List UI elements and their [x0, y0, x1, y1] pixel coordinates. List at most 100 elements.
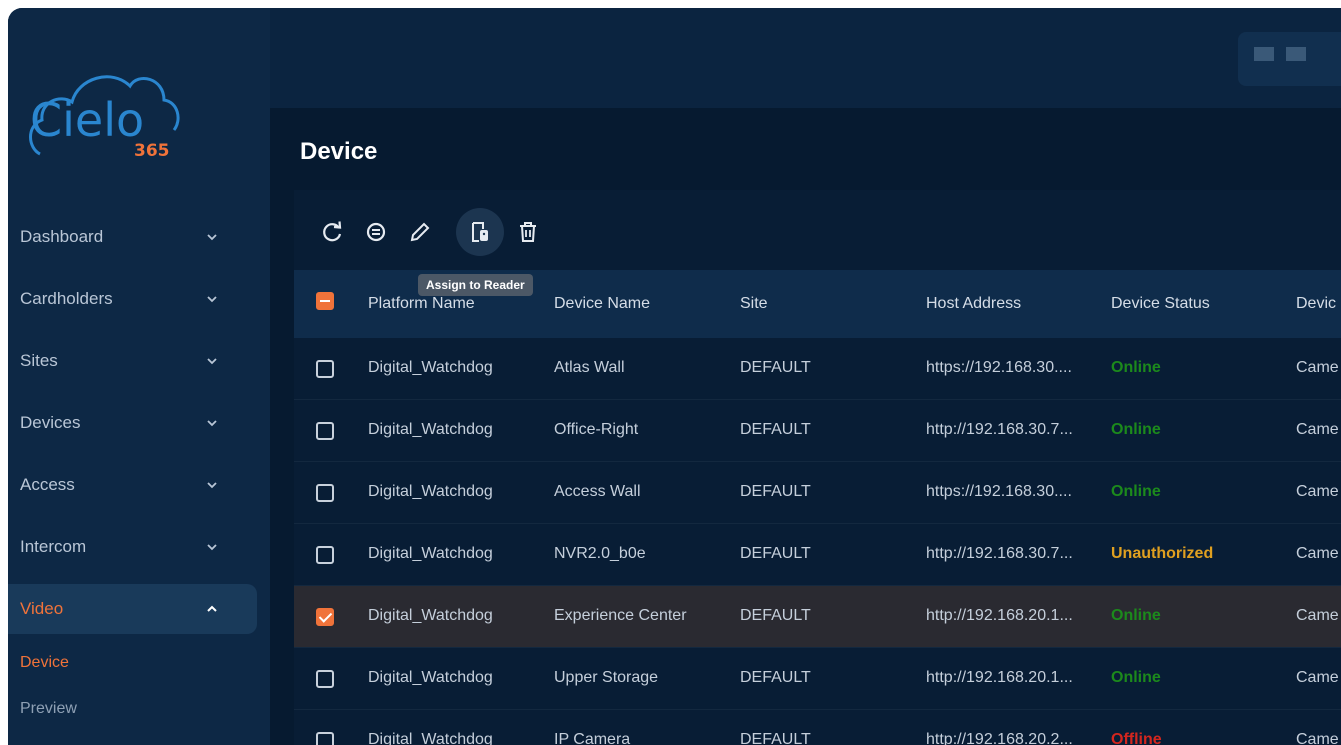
row-checkbox[interactable]: [316, 360, 334, 378]
device-table-card: Assign to Reader Platform Name Device Na…: [294, 190, 1341, 745]
window-controls[interactable]: [1238, 32, 1341, 86]
cell-device-name: Access Wall: [554, 483, 641, 500]
edit-button[interactable]: [396, 208, 444, 256]
column-header-device-type[interactable]: Devic: [1296, 295, 1336, 313]
row-checkbox[interactable]: [316, 670, 334, 688]
sidebar-item-label: Dashboard: [20, 227, 104, 246]
sidebar-item-label: Video: [20, 599, 64, 618]
cell-host: http://192.168.20.1...: [926, 669, 1073, 686]
table-row[interactable]: Digital_Watchdog Atlas Wall DEFAULT http…: [294, 338, 1341, 400]
sidebar-item-intercom[interactable]: Intercom: [8, 516, 270, 578]
cell-platform: Digital_Watchdog: [368, 359, 493, 376]
table-row[interactable]: Digital_Watchdog NVR2.0_b0e DEFAULT http…: [294, 524, 1341, 586]
chevron-up-icon: [207, 605, 217, 612]
row-checkbox[interactable]: [316, 422, 334, 440]
refresh-button[interactable]: [308, 208, 356, 256]
sync-icon: [366, 222, 386, 242]
refresh-icon: [323, 221, 342, 242]
sidebar-item-label: Sites: [20, 351, 58, 370]
edit-icon: [410, 222, 430, 242]
status-badge: Offline: [1111, 731, 1162, 745]
row-checkbox[interactable]: [316, 608, 334, 626]
cell-platform: Digital_Watchdog: [368, 669, 493, 686]
chevron-down-icon: [207, 358, 217, 365]
table-body: Digital_Watchdog Atlas Wall DEFAULT http…: [294, 338, 1341, 745]
chevron-down-icon: [207, 482, 217, 489]
cell-device-name: Upper Storage: [554, 669, 659, 686]
cell-device-type: Came: [1296, 359, 1339, 376]
cell-host: http://192.168.30.7...: [926, 545, 1073, 562]
cell-platform: Digital_Watchdog: [368, 731, 493, 745]
sidebar: Cielo 365 Dashboard Cardholders Sites De…: [8, 8, 270, 745]
chevron-down-icon: [207, 544, 217, 551]
cell-device-type: Came: [1296, 607, 1339, 624]
logo-number: 365: [134, 141, 170, 161]
cell-platform: Digital_Watchdog: [368, 421, 493, 438]
column-header-status[interactable]: Device Status: [1111, 295, 1210, 313]
column-header-device-name[interactable]: Device Name: [554, 295, 650, 313]
table-row[interactable]: Digital_Watchdog Experience Center DEFAU…: [294, 586, 1341, 648]
subnav-item-preview[interactable]: Preview: [20, 686, 270, 732]
window-tile-icon: [1254, 47, 1274, 61]
cell-device-name: IP Camera: [554, 731, 631, 745]
row-checkbox[interactable]: [316, 546, 334, 564]
row-checkbox[interactable]: [316, 484, 334, 502]
sidebar-item-label: Devices: [20, 413, 81, 432]
cell-host: http://192.168.30.7...: [926, 421, 1073, 438]
cell-device-name: Office-Right: [554, 421, 639, 438]
sidebar-item-video[interactable]: Video: [8, 584, 257, 634]
column-header-host[interactable]: Host Address: [926, 295, 1021, 313]
page-title: Device: [300, 138, 378, 165]
sidebar-item-dashboard[interactable]: Dashboard: [8, 206, 270, 268]
cell-site: DEFAULT: [740, 545, 811, 562]
select-all-checkbox[interactable]: [316, 292, 334, 310]
table-row[interactable]: Digital_Watchdog Access Wall DEFAULT htt…: [294, 462, 1341, 524]
cell-host: https://192.168.30....: [926, 359, 1072, 376]
subnav-item-device[interactable]: Device: [20, 640, 270, 686]
cell-site: DEFAULT: [740, 483, 811, 500]
top-bar: [270, 8, 1341, 108]
status-badge: Unauthorized: [1111, 545, 1214, 562]
delete-button[interactable]: [504, 208, 552, 256]
sidebar-nav: Dashboard Cardholders Sites Devices Acce…: [8, 206, 270, 732]
assign-reader-icon: [472, 222, 488, 242]
cielo-logo: Cielo 365: [26, 56, 186, 171]
cell-site: DEFAULT: [740, 359, 811, 376]
status-badge: Online: [1111, 421, 1161, 438]
status-badge: Online: [1111, 607, 1161, 624]
table-row[interactable]: Digital_Watchdog IP Camera DEFAULT http:…: [294, 710, 1341, 745]
cell-site: DEFAULT: [740, 421, 811, 438]
cell-site: DEFAULT: [740, 607, 811, 624]
cell-device-name: Atlas Wall: [554, 359, 625, 376]
cell-platform: Digital_Watchdog: [368, 607, 493, 624]
table-row[interactable]: Digital_Watchdog Upper Storage DEFAULT h…: [294, 648, 1341, 710]
tooltip: Assign to Reader: [418, 274, 533, 296]
sidebar-item-devices[interactable]: Devices: [8, 392, 270, 454]
chevron-down-icon: [207, 420, 217, 427]
assign-reader-button[interactable]: [456, 208, 504, 256]
cell-host: https://192.168.30....: [926, 483, 1072, 500]
window-tile-icon: [1286, 47, 1306, 61]
video-subnav: Device Preview: [8, 640, 270, 732]
app-window: Cielo 365 Dashboard Cardholders Sites De…: [8, 8, 1341, 745]
svg-text:Cielo: Cielo: [30, 93, 144, 147]
cell-host: http://192.168.20.1...: [926, 607, 1073, 624]
sidebar-item-cardholders[interactable]: Cardholders: [8, 268, 270, 330]
sync-button[interactable]: [352, 208, 400, 256]
cell-device-type: Came: [1296, 669, 1339, 686]
cell-device-name: Experience Center: [554, 607, 687, 624]
sidebar-item-access[interactable]: Access: [8, 454, 270, 516]
cell-platform: Digital_Watchdog: [368, 545, 493, 562]
cell-host: http://192.168.20.2...: [926, 731, 1073, 745]
sidebar-item-label: Intercom: [20, 537, 87, 556]
status-badge: Online: [1111, 483, 1161, 500]
chevron-down-icon: [207, 296, 217, 303]
column-header-platform[interactable]: Platform Name: [368, 295, 475, 313]
table-row[interactable]: Digital_Watchdog Office-Right DEFAULT ht…: [294, 400, 1341, 462]
sidebar-item-sites[interactable]: Sites: [8, 330, 270, 392]
column-header-site[interactable]: Site: [740, 295, 768, 313]
cell-device-type: Came: [1296, 421, 1339, 438]
cell-device-type: Came: [1296, 483, 1339, 500]
row-checkbox[interactable]: [316, 732, 334, 745]
chevron-down-icon: [207, 234, 217, 241]
